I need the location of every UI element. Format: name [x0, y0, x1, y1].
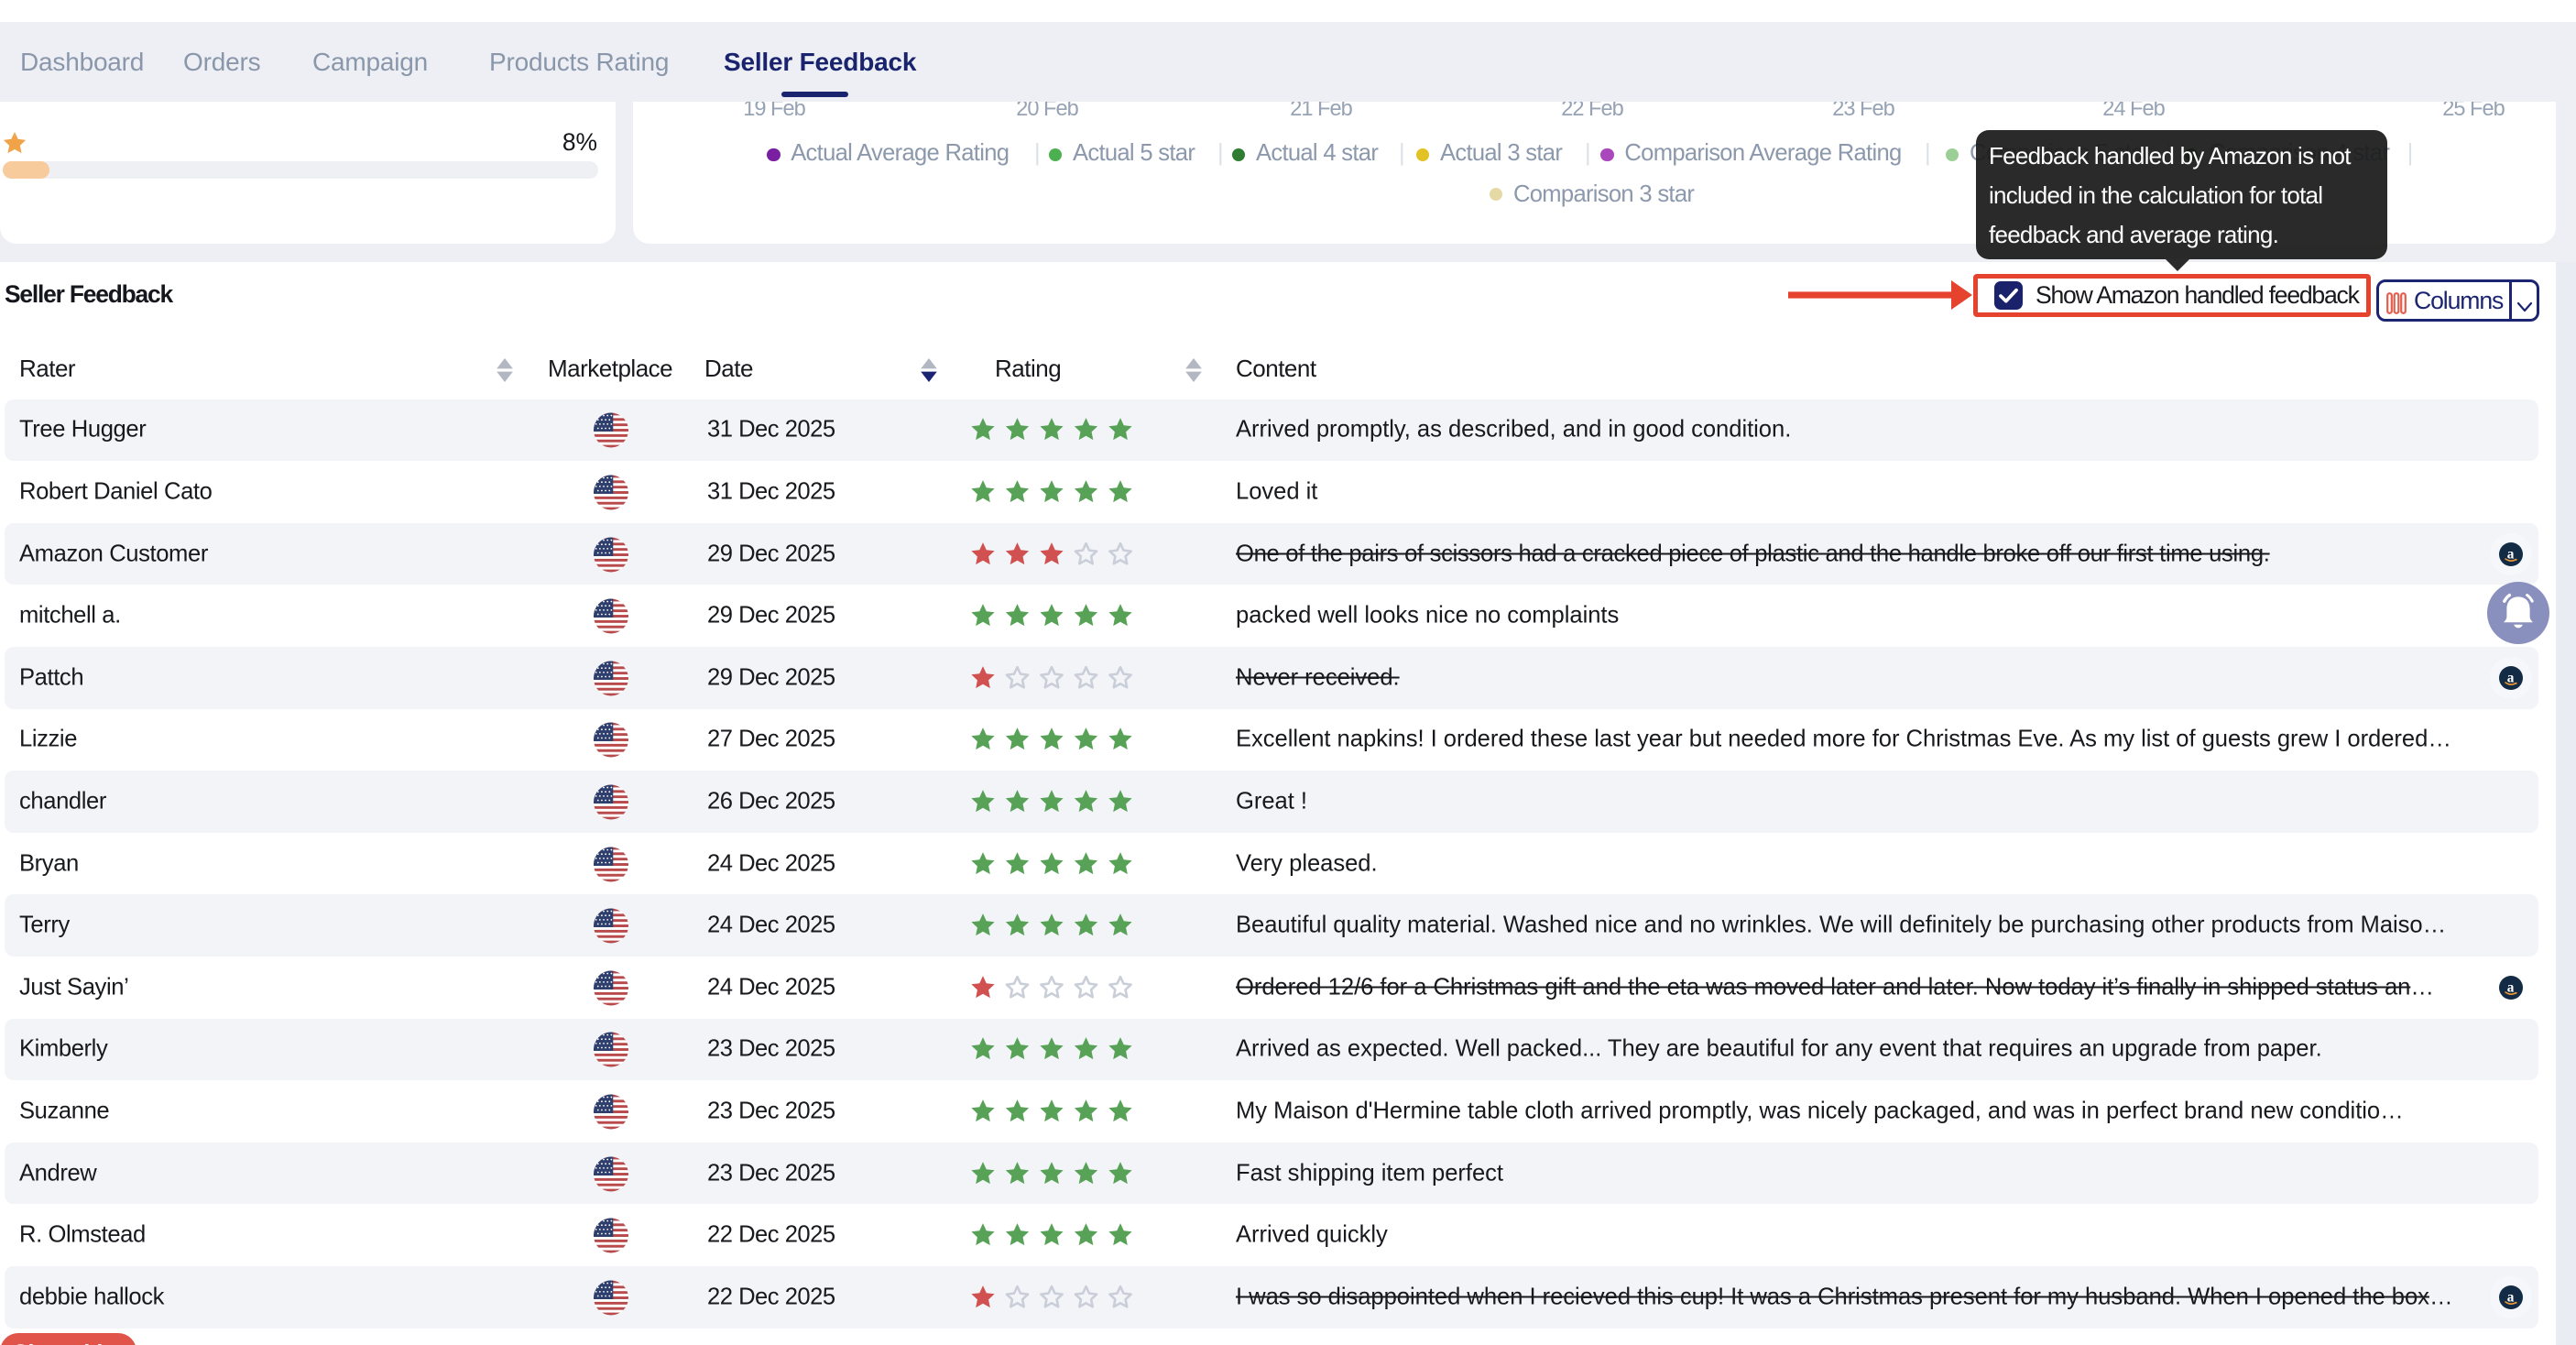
svg-text:a: a: [2506, 546, 2514, 562]
svg-text:a: a: [2506, 1289, 2514, 1305]
svg-text:a: a: [2506, 670, 2514, 685]
svg-text:a: a: [2506, 979, 2514, 995]
